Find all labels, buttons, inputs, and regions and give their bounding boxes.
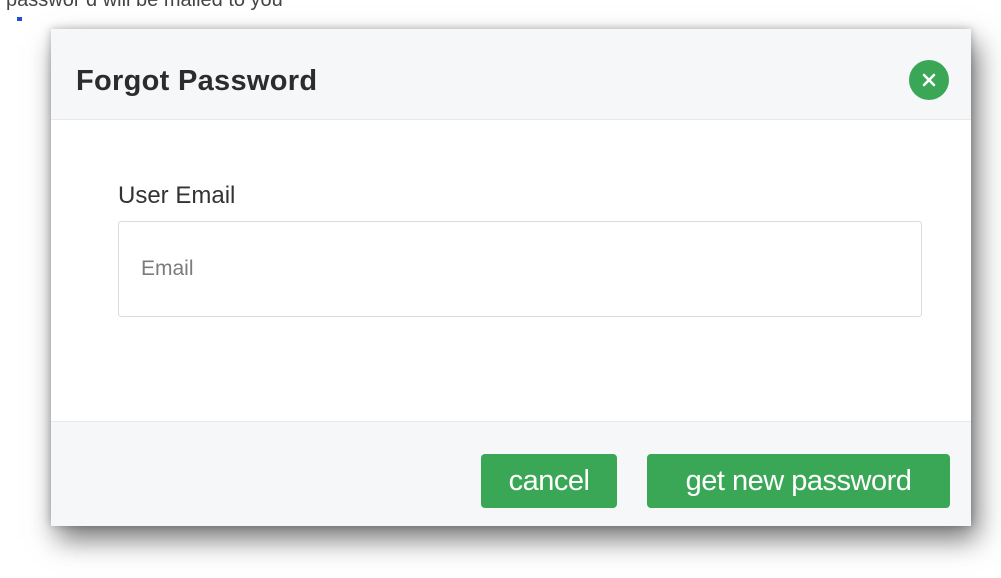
- dialog-title: Forgot Password: [76, 65, 318, 97]
- background-page-fragment: passwor d will be mailed to you: [0, 0, 1001, 14]
- background-text: passwor d will be mailed to you: [6, 0, 283, 11]
- user-email-label: User Email: [118, 182, 236, 209]
- close-icon: [921, 72, 937, 88]
- get-new-password-button[interactable]: get new password: [647, 454, 950, 508]
- background-link-mark: [17, 17, 22, 21]
- dialog-header: Forgot Password: [51, 29, 971, 120]
- close-button[interactable]: [909, 60, 949, 100]
- email-field[interactable]: [118, 221, 922, 317]
- cancel-button[interactable]: cancel: [481, 454, 617, 508]
- forgot-password-dialog: Forgot Password User Email cancel get ne…: [51, 29, 971, 526]
